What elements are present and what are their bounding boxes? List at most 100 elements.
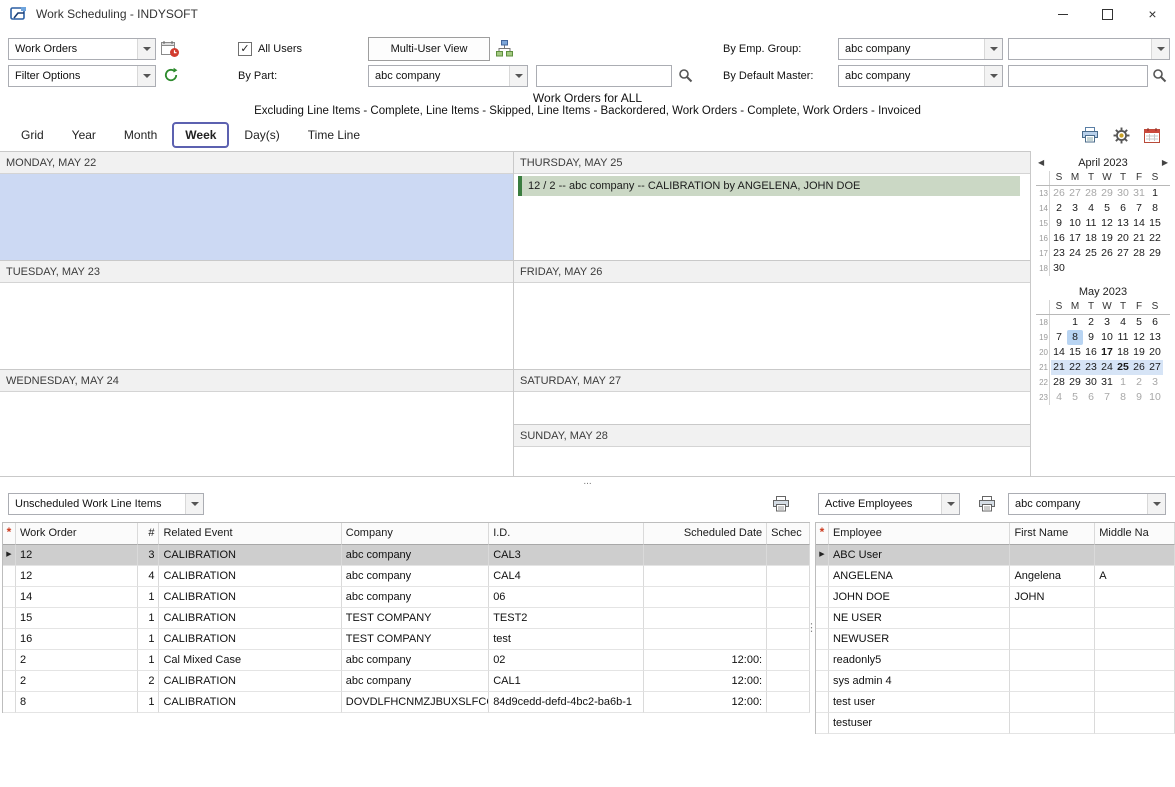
work-items-cell[interactable]: CALIBRATION [159,587,341,608]
calendar-day[interactable]: 1 [1067,315,1083,330]
calendar-day[interactable]: 26 [1099,246,1115,261]
minimize-button[interactable] [1040,0,1085,28]
calendar-day[interactable]: 3 [1147,375,1163,390]
work-items-col-num[interactable]: # [138,523,160,545]
calendar-day[interactable]: 11 [1083,216,1099,231]
calendar-day[interactable]: 24 [1099,360,1115,375]
work-items-cell[interactable]: CALIBRATION [159,545,341,566]
calendar-day[interactable]: 9 [1083,330,1099,345]
work-items-cell[interactable]: 16 [16,629,138,650]
employees-row[interactable]: JOHN DOEJOHN [816,587,1175,608]
calendar-day[interactable]: 24 [1067,246,1083,261]
employees-cell[interactable]: JOHN [1010,587,1095,608]
calendar-day[interactable]: 30 [1051,261,1067,276]
emp-group-filter-dropdown[interactable] [1008,38,1170,60]
work-items-row[interactable]: 151CALIBRATIONTEST COMPANYTEST2 [3,608,810,629]
employees-cell[interactable] [1095,629,1175,650]
calendar-event[interactable]: 12 / 2 -- abc company -- CALIBRATION by … [518,176,1020,196]
work-items-cell[interactable]: abc company [342,545,489,566]
calendar-day[interactable]: 8 [1115,390,1131,405]
calendar-day[interactable]: 16 [1083,345,1099,360]
by-part-search-input[interactable] [536,65,672,87]
work-items-cell[interactable] [644,587,768,608]
employees-cell[interactable] [1095,713,1175,734]
unscheduled-items-dropdown[interactable]: Unscheduled Work Line Items [8,493,204,515]
work-items-cell[interactable]: 06 [489,587,643,608]
calendar-day[interactable]: 26 [1131,360,1147,375]
day-cell-tuesday[interactable] [0,283,513,369]
work-items-cell[interactable]: 2 [16,650,138,671]
work-items-cell[interactable]: 14 [16,587,138,608]
work-items-row[interactable]: ▶123CALIBRATIONabc companyCAL3 [3,545,810,566]
employees-cell[interactable] [1010,545,1095,566]
calendar-day[interactable]: 1 [1147,186,1163,201]
calendar-day[interactable]: 25 [1115,360,1131,375]
calendar-day[interactable]: 30 [1083,375,1099,390]
work-items-cell[interactable]: Cal Mixed Case [159,650,341,671]
work-items-cell[interactable]: 1 [138,587,160,608]
close-button[interactable]: × [1130,0,1175,28]
calendar-day[interactable]: 6 [1115,201,1131,216]
employees-cell[interactable] [1095,608,1175,629]
employees-cell[interactable]: A [1095,566,1175,587]
employees-cell[interactable] [1010,671,1095,692]
employees-cell[interactable]: JOHN DOE [829,587,1010,608]
calendar-day[interactable]: 13 [1115,216,1131,231]
employees-row[interactable]: ▶ABC User [816,545,1175,566]
calendar-day[interactable]: 23 [1051,246,1067,261]
day-cell-friday[interactable] [514,283,1030,369]
calendar-day[interactable]: 29 [1099,186,1115,201]
calendar-day[interactable]: 11 [1115,330,1131,345]
work-items-cell[interactable]: abc company [342,566,489,587]
work-items-cell[interactable] [767,587,810,608]
calendar-next-icon[interactable]: ▶ [1162,155,1168,171]
work-items-cell[interactable]: CALIBRATION [159,692,341,713]
work-items-cell[interactable] [644,545,768,566]
work-items-cell[interactable]: abc company [342,671,489,692]
employees-cell[interactable]: readonly5 [829,650,1010,671]
work-items-cell[interactable] [767,692,810,713]
calendar-day[interactable]: 12 [1131,330,1147,345]
all-users-checkbox[interactable]: ✓ [238,42,252,56]
day-cell-sunday[interactable] [514,447,1030,476]
work-items-cell[interactable]: 3 [138,545,160,566]
calendar-day[interactable]: 2 [1131,375,1147,390]
work-items-cell[interactable]: 4 [138,566,160,587]
refresh-icon[interactable] [163,67,179,83]
work-items-cell[interactable] [767,608,810,629]
work-items-cell[interactable]: 02 [489,650,643,671]
employees-cell[interactable]: ANGELENA [829,566,1010,587]
calendar-day[interactable]: 14 [1131,216,1147,231]
work-items-cell[interactable]: CAL3 [489,545,643,566]
calendar-day[interactable]: 31 [1131,186,1147,201]
calendar-day[interactable]: 10 [1147,390,1163,405]
work-items-col-company[interactable]: Company [342,523,489,545]
calendar-day[interactable]: 13 [1147,330,1163,345]
calendar-day[interactable]: 1 [1115,375,1131,390]
work-items-cell[interactable]: 1 [138,692,160,713]
work-items-cell[interactable] [767,629,810,650]
calendar-prev-icon[interactable]: ◀ [1038,155,1044,171]
tab-time-line[interactable]: Time Line [295,122,373,148]
employees-cell[interactable]: NE USER [829,608,1010,629]
goto-date-calendar-icon[interactable] [1144,127,1161,143]
employees-cell[interactable] [1095,671,1175,692]
calendar-day[interactable]: 22 [1147,231,1163,246]
work-items-cell[interactable] [767,650,810,671]
calendar-day[interactable]: 21 [1131,231,1147,246]
print-schedule-icon[interactable] [1081,127,1099,143]
calendar-day[interactable]: 17 [1067,231,1083,246]
work-items-cell[interactable]: CALIBRATION [159,608,341,629]
calendar-day[interactable]: 31 [1099,375,1115,390]
work-items-cell[interactable] [644,629,768,650]
employees-row[interactable]: NE USER [816,608,1175,629]
calendar-day[interactable]: 28 [1083,186,1099,201]
employees-row[interactable]: testuser [816,713,1175,734]
work-items-cell[interactable]: CAL1 [489,671,643,692]
work-items-cell[interactable]: TEST COMPANY [342,629,489,650]
calendar-day[interactable]: 9 [1051,216,1067,231]
vertical-splitter[interactable]: ⋮ [806,624,817,632]
calendar-day[interactable]: 5 [1067,390,1083,405]
work-items-cell[interactable]: 1 [138,650,160,671]
work-items-row[interactable]: 21Cal Mixed Caseabc company0212:00: [3,650,810,671]
